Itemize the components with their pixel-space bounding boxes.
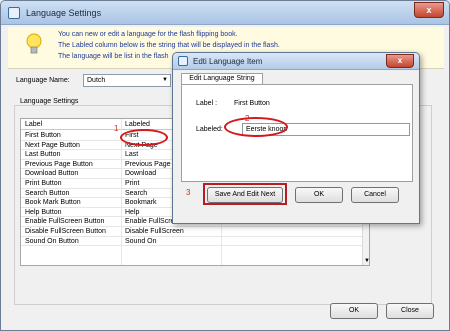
row-label: Enable FullScreen Button [25,218,105,226]
dialog-labeled-caption: Labeled: [196,126,223,133]
dialog-label-caption: Label : [196,100,218,107]
language-name-value: Dutch [87,77,106,84]
dialog-title-bar[interactable]: Edti Language Item x [173,53,419,70]
row-label: Last Button [25,151,61,159]
row-label: Sound On Button [25,237,79,245]
row-label: Help Button [25,208,62,216]
annotation-oval-labeled [224,117,288,137]
annotation-box-save [203,183,287,205]
row-label: Next Page Button [25,141,80,149]
ok-button[interactable]: OK [330,303,378,319]
row-labeled: Sound On [125,237,157,245]
row-labeled: Disable FullScreen [125,227,184,235]
row-label: Disable FullScreen Button [25,227,106,235]
row-labeled: Bookmark [125,199,157,207]
row-label: Download Button [25,170,79,178]
dialog-cancel-button[interactable]: Cancel [351,187,399,203]
app-icon [8,7,20,19]
language-settings-group-title: Language Settings [20,98,79,105]
dialog-tab-panel: Label : First Button Labeled: Eerste kno… [181,84,413,182]
dialog-ok-button[interactable]: OK [295,187,343,203]
language-name-select[interactable]: Dutch ▼ [83,74,171,87]
scroll-down-icon[interactable]: ▼ [364,258,369,264]
row-label: First Button [25,132,61,139]
annotation-oval-first [120,129,168,146]
close-button[interactable]: Close [386,303,434,319]
table-row[interactable]: Sound On Button Sound On [21,237,363,247]
row-labeled: Previous Page [125,160,171,168]
chevron-down-icon: ▼ [162,77,168,83]
row-label: Print Button [25,179,62,187]
dialog-app-icon [178,56,188,66]
row-labeled: Download [125,170,157,178]
title-bar[interactable]: Language Settings x [1,1,449,25]
annotation-number-1: 1 [114,124,119,133]
dialog-close-icon[interactable]: x [386,54,414,68]
row-label: Book Mark Button [25,199,81,207]
table-row[interactable]: Disable FullScreen Button Disable FullScr… [21,227,363,237]
language-name-label: Language Name: [16,77,70,84]
row-labeled: Print [125,179,140,187]
info-line-3: The language will be list in the flash [58,53,169,60]
column-header-label[interactable]: Label [25,121,42,128]
info-line-1: You can new or edit a language for the f… [58,31,238,38]
dialog-label-value: First Button [234,100,270,107]
lightbulb-icon [26,33,42,54]
row-labeled: Help [125,208,140,216]
row-labeled: Last [125,151,139,159]
row-label: Previous Page Button [25,160,93,168]
row-label: Search Button [25,189,70,197]
info-line-2: The Labled column below is the string th… [58,42,280,49]
annotation-number-3: 3 [186,188,191,197]
window-title: Language Settings [26,8,102,18]
close-icon[interactable]: x [414,2,444,18]
column-header-labeled[interactable]: Labeled [125,121,150,128]
row-labeled: Search [125,189,148,197]
tab-edit-language-string[interactable]: Edit Language String [181,73,263,84]
dialog-title: Edti Language Item [193,57,263,66]
